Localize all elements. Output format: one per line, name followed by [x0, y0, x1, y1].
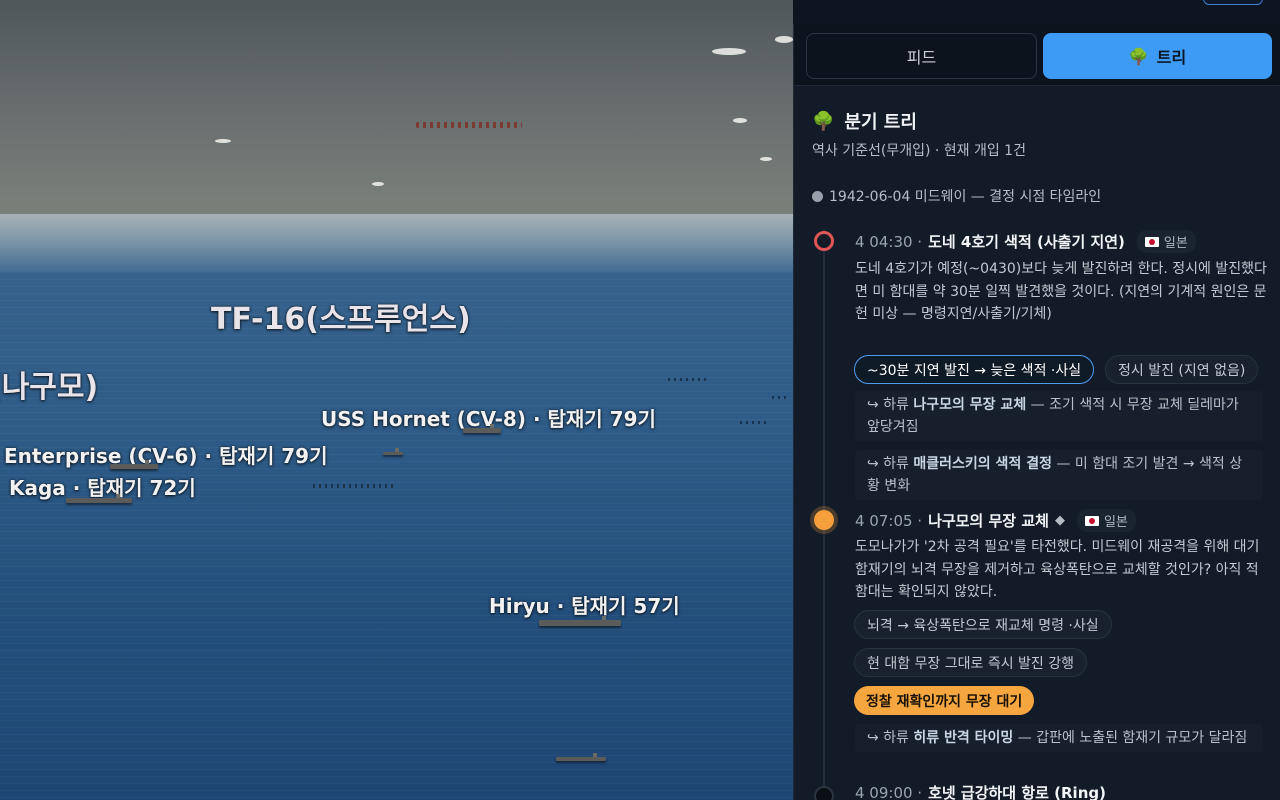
- option-chip-selected[interactable]: ~30분 지연 발진 → 늦은 색적 ·사실: [854, 355, 1095, 384]
- faction-badge: 일본: [1076, 509, 1136, 532]
- event-node-pending[interactable]: [814, 510, 834, 530]
- label-nagumo[interactable]: (나구모): [0, 362, 98, 406]
- japan-flag-icon: [1144, 236, 1159, 247]
- tree-header: 🌳 분기 트리: [812, 108, 917, 134]
- cloud: [733, 118, 747, 123]
- cloud: [712, 48, 746, 55]
- branch-prefix: ↪ 하류: [867, 456, 909, 472]
- cloud: [372, 182, 384, 186]
- cloud: [215, 139, 231, 143]
- branch-text: — 갑판에 노출된 함재기 규모가 달라짐: [1017, 730, 1248, 746]
- tab-feed[interactable]: 피드: [806, 33, 1037, 79]
- label-kaga[interactable]: Kaga · 탑재기 72기: [9, 472, 196, 501]
- baseline-row: 1942-06-04 미드웨이 — 결정 시점 타임라인: [812, 186, 1101, 206]
- ship-hornet[interactable]: [463, 424, 501, 433]
- event-header[interactable]: 4 04:30 · 도네 4호기 색적 (사출기 지연) 일본: [855, 230, 1196, 253]
- tree-title: 분기 트리: [844, 112, 917, 133]
- label-hiryu[interactable]: Hiryu · 탑재기 57기: [489, 590, 680, 619]
- faction-label: 일본: [1163, 236, 1188, 251]
- event-title: 나구모의 무장 교체: [928, 512, 1049, 530]
- panel-tabs: 피드 🌳 트리: [794, 24, 1280, 86]
- event-time: 4 07:05 ·: [855, 511, 923, 530]
- branch-prefix: ↪ 하류: [867, 730, 909, 746]
- tab-tree[interactable]: 🌳 트리: [1043, 33, 1272, 79]
- diamond-icon: ◆: [1054, 513, 1065, 528]
- tab-feed-label: 피드: [906, 48, 937, 67]
- event-description: 도모나가가 '2차 공격 필요'를 타전했다. 미드웨이 재공격을 위해 대기 …: [855, 539, 1260, 600]
- downstream-link[interactable]: ↪ 하류 매클러스키의 색적 결정 — 미 함대 조기 발견 → 색적 상황 변…: [855, 450, 1263, 500]
- sky: [0, 0, 793, 216]
- event-description: 도네 4호기가 예정(~0430)보다 늦게 발진하려 한다. 정시에 발진했다…: [855, 261, 1267, 322]
- branch-target: 나구모의 무장 교체: [913, 397, 1027, 413]
- baseline-label: 1942-06-04 미드웨이 — 결정 시점 타임라인: [829, 189, 1102, 205]
- tree-subtitle: 역사 기준선(무개입) · 현재 개입 1건: [812, 143, 1026, 159]
- label-tf16[interactable]: TF-16(스프루언스): [211, 294, 471, 338]
- branch-prefix: ↪ 하류: [867, 397, 909, 413]
- tab-tree-label: 트리: [1156, 48, 1187, 67]
- ship-kaga[interactable]: [66, 494, 132, 503]
- downstream-link[interactable]: ↪ 하류 나구모의 무장 교체 — 조기 색적 시 무장 교체 딜레마가 앞당겨…: [855, 391, 1263, 441]
- horizon-haze: [0, 214, 793, 274]
- cloud: [760, 157, 772, 161]
- faction-badge: 일본: [1136, 230, 1196, 253]
- baseline-dot: [812, 190, 823, 202]
- japan-flag-icon: [1084, 515, 1099, 526]
- aircraft-formation[interactable]: [416, 122, 522, 128]
- ship-hiryu[interactable]: [539, 616, 621, 626]
- event-title: 도네 4호기 색적 (사출기 지연): [928, 233, 1125, 251]
- branch-target: 매클러스키의 색적 결정: [913, 456, 1052, 472]
- top-right-button[interactable]: [1203, 0, 1263, 5]
- option-chip[interactable]: 뇌격 → 육상폭탄으로 재교체 명령 ·사실: [854, 610, 1112, 639]
- downstream-link[interactable]: ↪ 하류 히류 반격 타이밍 — 갑판에 노출된 함재기 규모가 달라짐: [855, 724, 1263, 752]
- event-time: 4 09:00 ·: [855, 783, 923, 800]
- escort-group[interactable]: [668, 378, 708, 381]
- option-chip[interactable]: 정시 발진 (지연 없음): [1105, 355, 1259, 384]
- label-enterprise[interactable]: Enterprise (CV-6) · 탑재기 79기: [4, 440, 327, 469]
- cloud: [775, 36, 793, 43]
- event-header[interactable]: 4 07:05 · 나구모의 무장 교체 ◆ 일본: [855, 509, 1136, 532]
- ocean: [0, 272, 793, 800]
- option-chip[interactable]: 현 대함 무장 그대로 즉시 발진 강행: [854, 648, 1088, 677]
- event-time: 4 04:30 ·: [855, 232, 923, 251]
- map-viewport[interactable]: TF-16(스프루언스) (나구모) USS Hornet (CV-8) · 탑…: [0, 0, 793, 800]
- ship-enterprise[interactable]: [110, 460, 158, 469]
- event-header[interactable]: 4 09:00 · 호넷 급강하대 항로 (Ring): [855, 782, 1106, 800]
- event-node-current[interactable]: [814, 231, 834, 251]
- tree-icon: 🌳: [1128, 46, 1149, 66]
- escort-group[interactable]: [740, 421, 770, 424]
- ship-escort[interactable]: [556, 753, 606, 761]
- option-chip-chosen[interactable]: 정찰 재확인까지 무장 대기: [854, 686, 1035, 715]
- event-node[interactable]: [814, 786, 834, 800]
- faction-label: 일본: [1103, 515, 1128, 530]
- event-title: 호넷 급강하대 항로 (Ring): [928, 784, 1106, 800]
- ship-escort[interactable]: [383, 448, 403, 455]
- escort-group[interactable]: [313, 484, 393, 488]
- branch-target: 히류 반격 타이밍: [913, 730, 1014, 746]
- escort-group[interactable]: [772, 396, 790, 399]
- tree-icon: 🌳: [812, 110, 835, 132]
- side-panel: 피드 🌳 트리 🌳 분기 트리 역사 기준선(무개입) · 현재 개입 1건 1…: [793, 24, 1280, 800]
